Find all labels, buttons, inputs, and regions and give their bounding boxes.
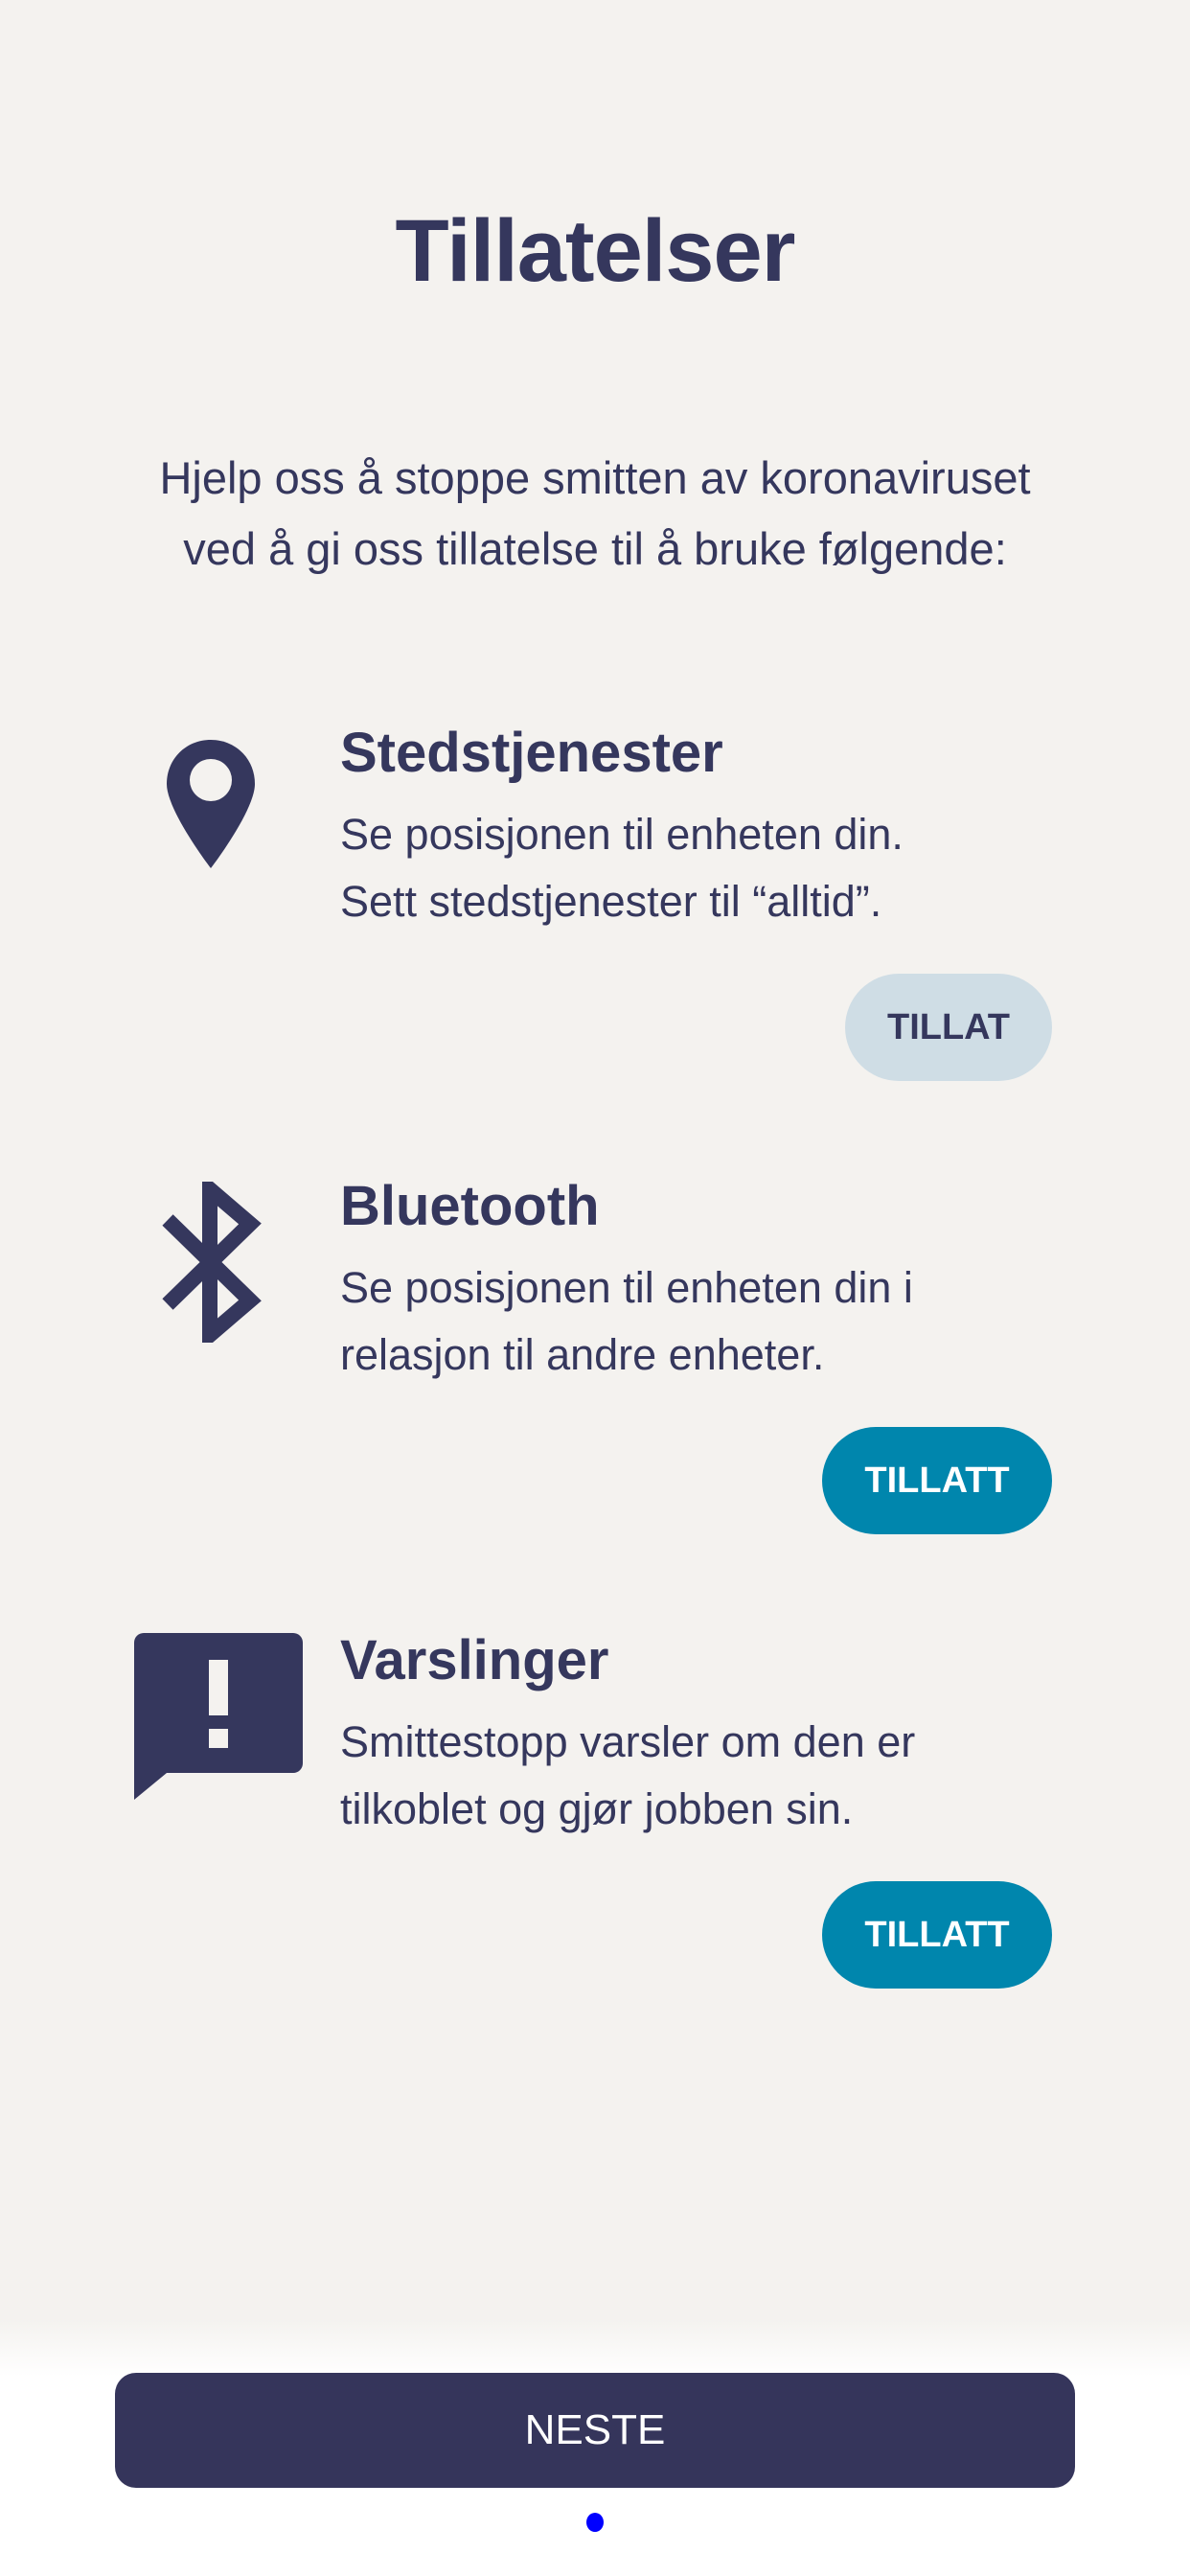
permission-heading: Varslinger xyxy=(340,1629,609,1691)
permission-description: Se posisjonen til enheten din. Sett sted… xyxy=(340,801,1107,935)
permission-description: Smittestopp varsler om den er tilkoblet … xyxy=(340,1709,1107,1843)
description-line: tilkoblet og gjør jobben sin. xyxy=(340,1784,854,1833)
permission-description: Se posisjonen til enheten din i relasjon… xyxy=(340,1254,1107,1389)
intro-text: Hjelp oss å stoppe smitten av koronaviru… xyxy=(159,452,1031,574)
allow-bluetooth-button[interactable]: TILLATT xyxy=(822,1427,1052,1534)
permission-heading: Stedstjenester xyxy=(340,722,723,784)
description-line: Sett stedstjenester til “alltid”. xyxy=(340,877,882,926)
description-line: Smittestopp varsler om den er xyxy=(340,1717,916,1766)
page-indicator-dot xyxy=(586,2513,604,2532)
bluetooth-icon xyxy=(134,1182,287,1343)
location-pin-icon xyxy=(134,740,287,893)
permission-heading: Bluetooth xyxy=(340,1175,600,1237)
description-line: relasjon til andre enheter. xyxy=(340,1330,825,1379)
description-line: Se posisjonen til enheten din i xyxy=(340,1263,913,1312)
next-button[interactable]: NESTE xyxy=(115,2373,1075,2488)
allow-location-button[interactable]: TILLAT xyxy=(845,974,1052,1081)
notification-alert-icon xyxy=(134,1633,303,1800)
page-title: Tillatelser xyxy=(395,202,796,300)
allow-notifications-button[interactable]: TILLATT xyxy=(822,1881,1052,1989)
description-line: Se posisjonen til enheten din. xyxy=(340,810,904,859)
